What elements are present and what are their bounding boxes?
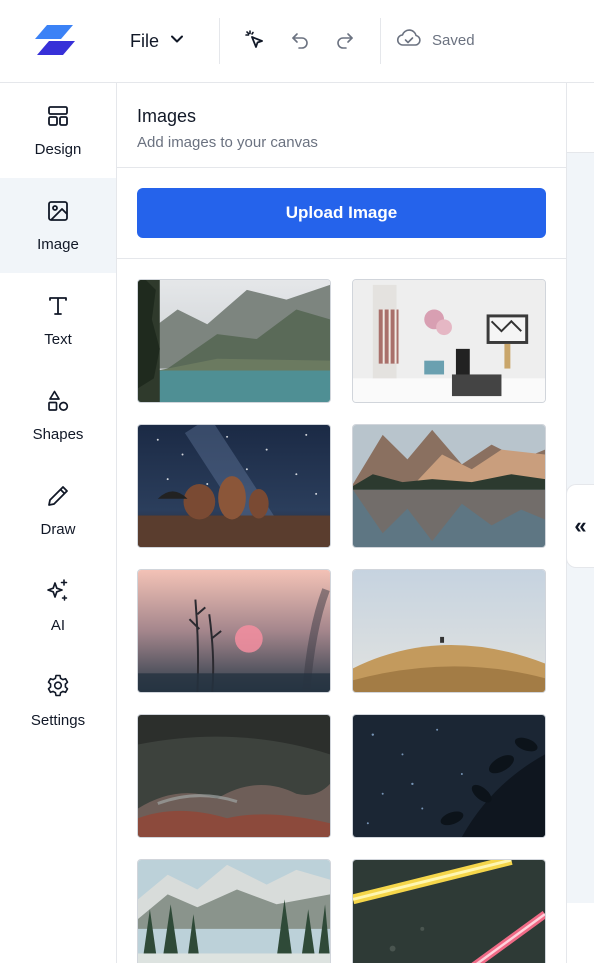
image-thumbnail-dark-coast[interactable] (137, 714, 331, 838)
save-status: Saved (396, 28, 475, 52)
rail-item-text[interactable]: Text (0, 273, 116, 368)
rail-item-label: Design (34, 140, 82, 158)
panel-title: Images (137, 106, 197, 126)
chevrons-left-icon: « (574, 513, 587, 538)
rail-item-label: Text (44, 330, 72, 348)
chevron-down-icon (169, 31, 185, 52)
rail-item-shapes[interactable]: Shapes (0, 368, 116, 463)
collapse-panel-button[interactable]: « (566, 484, 594, 568)
image-icon (46, 199, 70, 228)
rail-item-settings[interactable]: Settings (0, 653, 116, 748)
cloud-check-icon (396, 27, 422, 54)
canvas-toolbar-strip (567, 83, 594, 153)
panel-subtitle: Add images to your canvas (137, 134, 318, 151)
divider (380, 18, 381, 64)
left-rail: Design Image Text Shapes Draw AI Setting… (0, 83, 117, 963)
rail-item-image[interactable]: Image (0, 178, 116, 273)
image-thumbnail-night-rocks[interactable] (137, 424, 331, 548)
pencil-icon (46, 484, 70, 513)
image-thumbnail-neon-lights[interactable] (352, 859, 546, 963)
saved-label: Saved (432, 31, 475, 49)
rail-item-label: AI (50, 616, 66, 634)
top-bar: File Saved (0, 0, 594, 83)
image-thumbnail-forest-mountains[interactable] (137, 859, 331, 963)
image-thumbnail-sunset-plants[interactable] (137, 569, 331, 693)
file-menu[interactable]: File (130, 28, 185, 54)
images-panel: Images Add images to your canvas Upload … (117, 83, 566, 963)
image-thumbnail-hill-sky[interactable] (352, 569, 546, 693)
shapes-icon (46, 389, 70, 418)
upload-image-button[interactable]: Upload Image (137, 188, 546, 238)
panel-header: Images Add images to your canvas (117, 83, 566, 168)
rail-item-label: Image (37, 235, 79, 253)
rail-item-label: Draw (40, 520, 76, 538)
layout-icon (46, 104, 70, 133)
image-thumbnail-interior-shelf[interactable] (352, 279, 546, 403)
sparkles-icon (45, 578, 71, 609)
image-thumbnail-mountain-reflection[interactable] (352, 424, 546, 548)
rail-item-ai[interactable]: AI (0, 558, 116, 653)
upload-section: Upload Image (117, 168, 566, 259)
rail-item-draw[interactable]: Draw (0, 463, 116, 558)
rail-item-label: Settings (30, 711, 86, 729)
undo-icon[interactable] (288, 28, 312, 52)
text-icon (46, 294, 70, 323)
rail-item-design[interactable]: Design (0, 83, 116, 178)
app-logo[interactable] (35, 25, 75, 55)
image-thumbnail-night-leaves[interactable] (352, 714, 546, 838)
image-thumbnail-mountain-lake[interactable] (137, 279, 331, 403)
divider (219, 18, 220, 64)
rail-item-label: Shapes (32, 425, 84, 443)
gear-icon (45, 673, 71, 704)
select-cursor-icon[interactable] (243, 28, 267, 52)
redo-icon[interactable] (333, 28, 357, 52)
file-menu-label: File (130, 30, 160, 51)
